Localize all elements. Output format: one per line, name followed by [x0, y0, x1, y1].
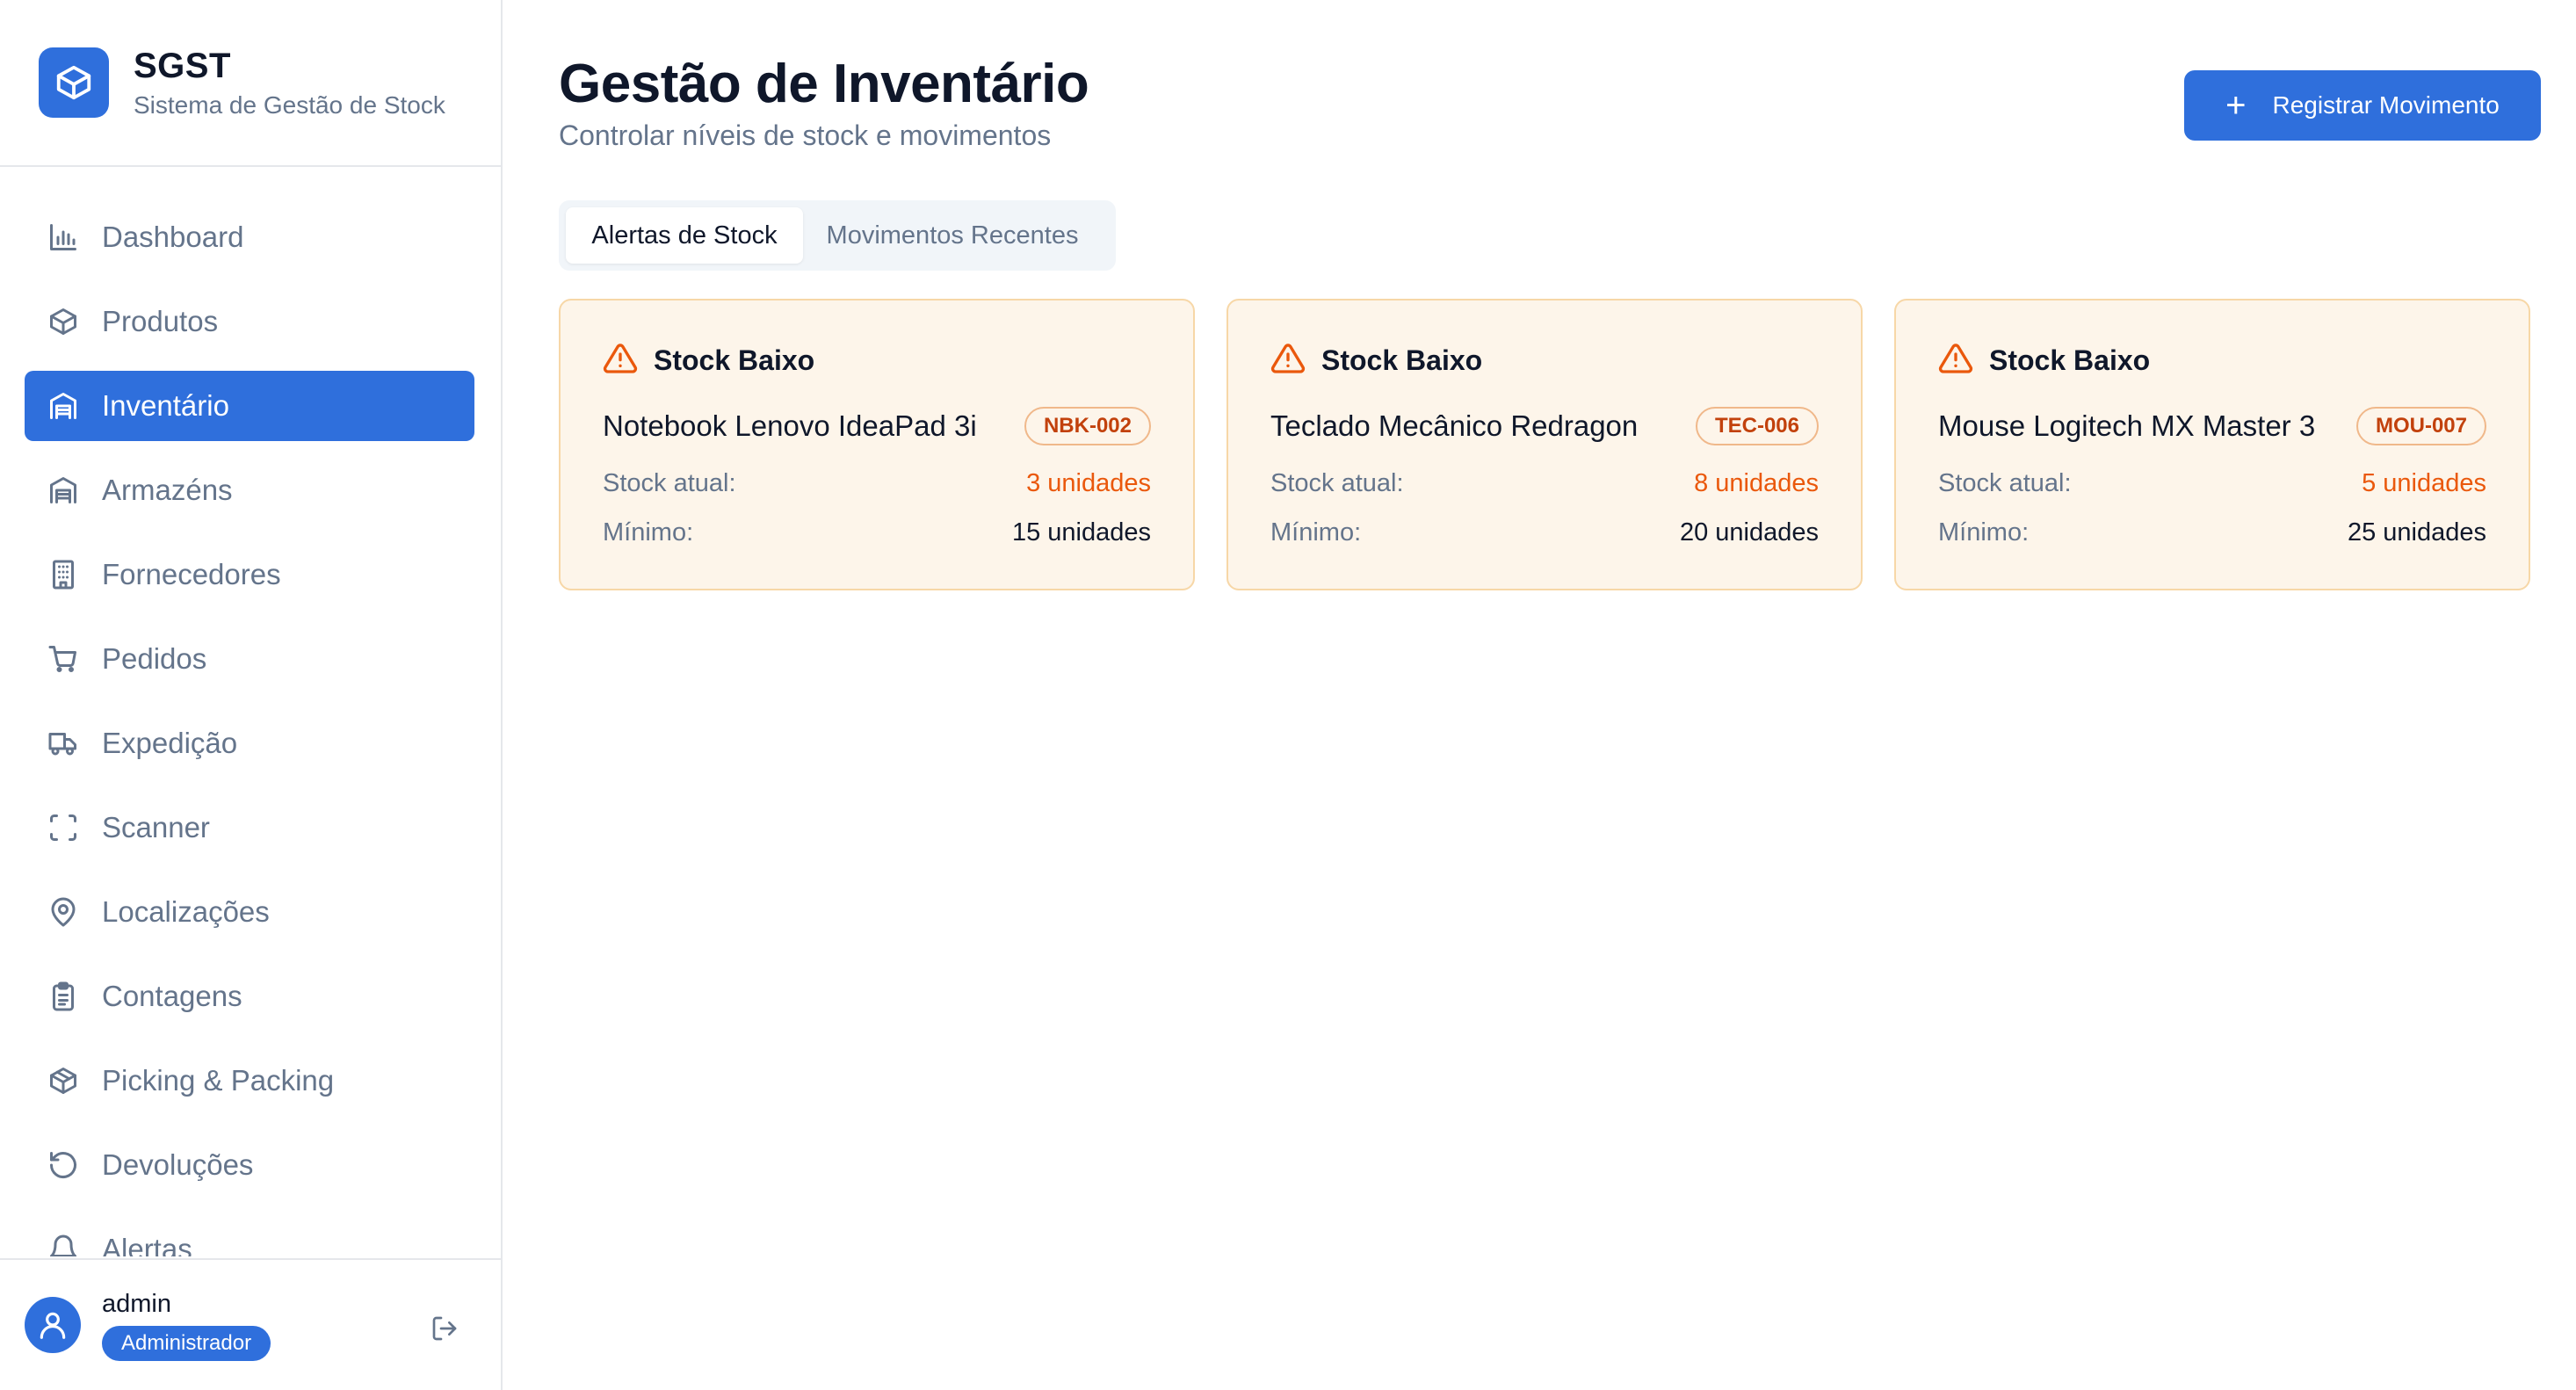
stock-alert-card: Stock Baixo Mouse Logitech MX Master 3 M…: [1894, 299, 2530, 590]
sku-badge: NBK-002: [1024, 407, 1151, 445]
stock-alert-card: Stock Baixo Teclado Mecânico Redragon TE…: [1226, 299, 1863, 590]
package-open-icon: [46, 1063, 81, 1098]
sidebar-item-picking-packing[interactable]: Picking & Packing: [25, 1046, 474, 1116]
sidebar-item-label: Devoluções: [102, 1148, 254, 1181]
sidebar-item-dashboard[interactable]: Dashboard: [25, 202, 474, 272]
alert-type: Stock Baixo: [1321, 344, 1483, 376]
sidebar-item-pedidos[interactable]: Pedidos: [25, 624, 474, 694]
current-stock-value: 3 unidades: [1026, 468, 1151, 497]
page-title: Gestão de Inventário: [559, 54, 1089, 114]
register-movement-button[interactable]: + Registrar Movimento: [2184, 70, 2541, 141]
sidebar-item-label: Scanner: [102, 811, 210, 843]
stock-alert-card: Stock Baixo Notebook Lenovo IdeaPad 3i N…: [559, 299, 1195, 590]
tab-stock-alerts[interactable]: Alertas de Stock: [566, 207, 803, 264]
building-icon: [46, 557, 81, 592]
sidebar-item-label: Picking & Packing: [102, 1064, 335, 1097]
sku-badge: TEC-006: [1695, 407, 1819, 445]
brand-header: SGST Sistema de Gestão de Stock: [0, 0, 501, 167]
sidebar-item-produtos[interactable]: Produtos: [25, 286, 474, 357]
sidebar-item-scanner[interactable]: Scanner: [25, 793, 474, 863]
tab-recent-movements[interactable]: Movimentos Recentes: [803, 207, 1102, 264]
sidebar-item-label: Fornecedores: [102, 558, 281, 590]
sidebar-item-label: Inventário: [102, 389, 229, 422]
bell-icon: [46, 1232, 81, 1256]
warehouse-icon: [46, 473, 81, 508]
minimum-value: 15 unidades: [1011, 518, 1151, 547]
minimum-value: 25 unidades: [2347, 518, 2486, 547]
sidebar-item-label: Dashboard: [102, 221, 244, 253]
clipboard-icon: [46, 979, 81, 1014]
package-icon: [46, 304, 81, 339]
role-badge: Administrador: [102, 1325, 271, 1361]
minimum-value: 20 unidades: [1679, 518, 1819, 547]
user-panel: admin Administrador: [0, 1258, 501, 1390]
alert-triangle-icon: [603, 341, 638, 380]
current-stock-label: Stock atual:: [1938, 468, 2072, 497]
package-icon: [39, 47, 109, 118]
sku-badge: MOU-007: [2355, 407, 2486, 445]
register-movement-label: Registrar Movimento: [2272, 91, 2500, 119]
user-avatar-icon[interactable]: [25, 1297, 81, 1353]
rotate-ccw-icon: [46, 1147, 81, 1183]
sidebar-item-inventario[interactable]: Inventário: [25, 371, 474, 441]
alert-triangle-icon: [1270, 341, 1306, 380]
product-name: Notebook Lenovo IdeaPad 3i: [603, 409, 977, 442]
app-name: SGST: [134, 46, 231, 85]
tab-list: Alertas de Stock Movimentos Recentes: [559, 200, 1116, 271]
scan-icon: [46, 810, 81, 845]
alert-type: Stock Baixo: [1989, 344, 2151, 376]
bar-chart-icon: [46, 220, 81, 255]
sidebar-item-contagens[interactable]: Contagens: [25, 961, 474, 1032]
sidebar-item-armazens[interactable]: Armazéns: [25, 455, 474, 525]
sidebar-nav: Dashboard Produtos Inventário Armazéns F…: [25, 202, 474, 1256]
main-content: Gestão de Inventário Controlar níveis de…: [503, 0, 2576, 1390]
minimum-label: Mínimo:: [1938, 518, 2030, 547]
minimum-label: Mínimo:: [1270, 518, 1362, 547]
sidebar-item-fornecedores[interactable]: Fornecedores: [25, 539, 474, 610]
warehouse-icon: [46, 388, 81, 424]
plus-icon: +: [2225, 86, 2247, 125]
sidebar-item-label: Pedidos: [102, 642, 207, 675]
sidebar-item-label: Contagens: [102, 980, 242, 1012]
current-stock-label: Stock atual:: [1270, 468, 1404, 497]
alert-triangle-icon: [1938, 341, 1973, 380]
sidebar-item-label: Expedição: [102, 727, 238, 759]
sidebar-item-localizacoes[interactable]: Localizações: [25, 877, 474, 947]
app-subtitle: Sistema de Gestão de Stock: [134, 90, 445, 119]
product-name: Mouse Logitech MX Master 3: [1938, 409, 2316, 442]
map-pin-icon: [46, 894, 81, 930]
current-stock-label: Stock atual:: [603, 468, 736, 497]
sidebar-item-label: Localizações: [102, 895, 270, 928]
page-subtitle: Controlar níveis de stock e movimentos: [559, 119, 1052, 151]
truck-icon: [46, 726, 81, 761]
sidebar-item-label: Alertas: [102, 1233, 192, 1256]
sidebar-item-devolucoes[interactable]: Devoluções: [25, 1130, 474, 1200]
current-stock-value: 5 unidades: [2362, 468, 2486, 497]
user-name: admin: [102, 1289, 171, 1318]
sidebar-item-label: Armazéns: [102, 474, 233, 506]
alert-type: Stock Baixo: [654, 344, 815, 376]
sidebar-item-expedicao[interactable]: Expedição: [25, 708, 474, 778]
logout-icon[interactable]: [427, 1311, 462, 1346]
shopping-cart-icon: [46, 641, 81, 677]
minimum-label: Mínimo:: [603, 518, 694, 547]
sidebar: SGST Sistema de Gestão de Stock Dashboar…: [0, 0, 503, 1390]
current-stock-value: 8 unidades: [1694, 468, 1819, 497]
product-name: Teclado Mecânico Redragon: [1270, 409, 1639, 442]
sidebar-item-alertas[interactable]: Alertas: [25, 1214, 474, 1256]
sidebar-item-label: Produtos: [102, 305, 219, 337]
